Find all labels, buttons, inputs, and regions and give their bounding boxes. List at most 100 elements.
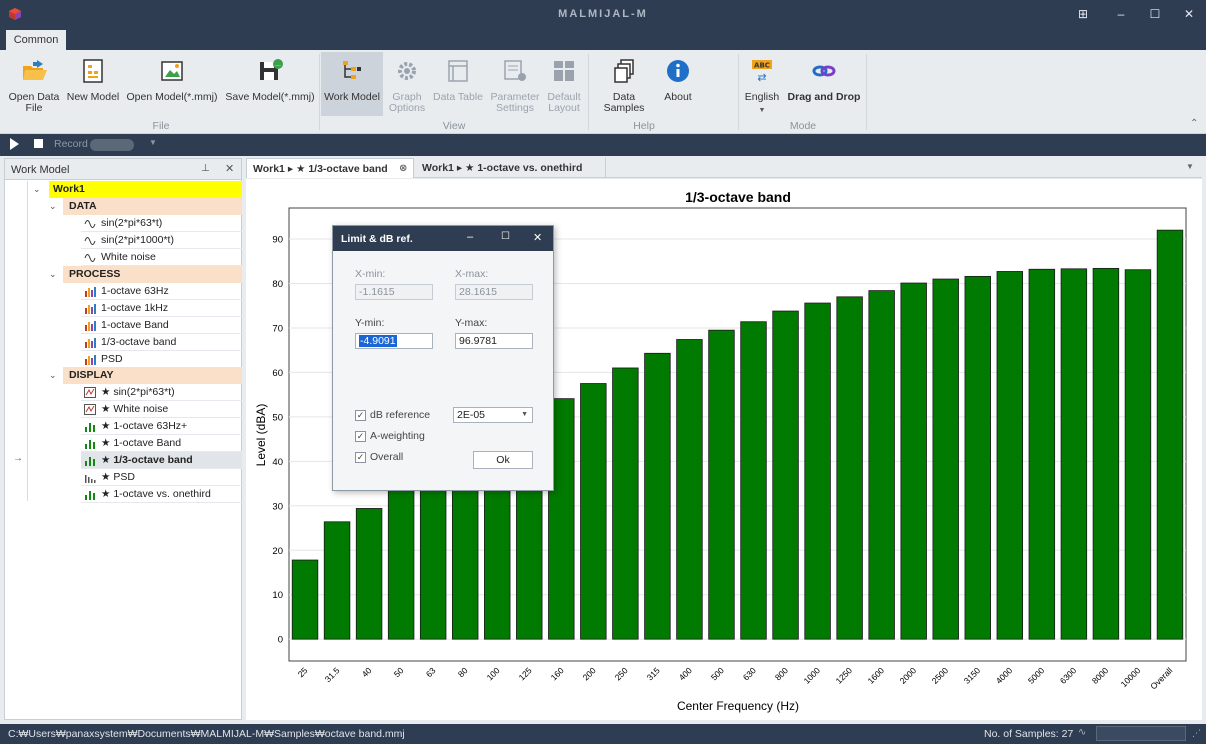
graph-options-button[interactable]: Graph Options	[386, 54, 428, 114]
minimize-button[interactable]: –	[1106, 5, 1136, 23]
collapse-ribbon-icon[interactable]: ⌃	[1190, 118, 1198, 129]
play-icon[interactable]	[10, 138, 19, 150]
open-data-file-button[interactable]: Open Data File	[6, 54, 62, 114]
overall-checkbox[interactable]: ✓	[355, 452, 366, 463]
open-model-button[interactable]: Open Model(*.mmj)	[124, 54, 220, 103]
y-axis-label: Level (dBA)	[254, 404, 268, 467]
resize-grip-icon[interactable]: ⋰	[1192, 728, 1201, 739]
about-button[interactable]: About	[660, 54, 696, 103]
close-tab-icon[interactable]: ⊗	[399, 159, 407, 179]
tree-root-work1[interactable]: Work1	[49, 181, 242, 198]
a-weighting-checkbox[interactable]: ✓	[355, 431, 366, 442]
tree-item-process-0[interactable]: 1-octave 63Hz	[81, 283, 242, 300]
tab-list-dropdown-icon[interactable]: ▼	[1186, 162, 1194, 171]
restore-layout-button[interactable]: ⊞	[1068, 5, 1098, 23]
db-reference-select[interactable]: 2E-05 ▼	[453, 407, 533, 423]
bar	[612, 367, 639, 640]
tree-item-display-2[interactable]: ★ 1-octave 63Hz+	[81, 418, 242, 435]
tree-item-data-2[interactable]: White noise	[81, 249, 242, 266]
line-chart-icon	[84, 387, 96, 398]
x-max-label: X-max:	[455, 268, 489, 280]
db-reference-label: dB reference	[370, 409, 431, 421]
dialog-maximize-button[interactable]: ☐	[501, 231, 510, 242]
tab-octave-vs-onethird[interactable]: Work1 ▸ ★ 1-octave vs. onethird	[416, 158, 606, 178]
tree-section-data[interactable]: DATA	[63, 198, 242, 215]
work-model-button[interactable]: Work Model	[321, 52, 383, 116]
x-max-field[interactable]: 28.1615	[455, 284, 533, 300]
collapse-chevron-icon[interactable]: ⌄	[49, 269, 57, 280]
bar	[804, 302, 831, 640]
bar	[900, 282, 927, 640]
y-tick-label: 0	[278, 635, 283, 646]
sample-count: No. of Samples: 27	[984, 728, 1074, 740]
data-samples-button[interactable]: Data Samples	[592, 54, 656, 114]
tree-item-process-4[interactable]: PSD	[81, 351, 242, 368]
close-panel-icon[interactable]: ✕	[225, 162, 234, 175]
tree-item-process-3[interactable]: 1/3-octave band	[81, 334, 242, 351]
file-path: C:₩Users₩panaxsystem₩Documents₩MALMIJAL-…	[8, 728, 405, 740]
stop-icon[interactable]	[34, 139, 43, 148]
y-tick-label: 20	[272, 546, 283, 557]
x-tick-label: 50	[392, 665, 406, 679]
group-label-help: Help	[633, 120, 655, 132]
green-bars-icon	[84, 455, 96, 466]
tree-item-process-2[interactable]: 1-octave Band	[81, 317, 242, 334]
maximize-button[interactable]: ☐	[1140, 5, 1170, 23]
x-min-label: X-min:	[355, 268, 386, 280]
dialog-close-button[interactable]: ✕	[533, 231, 542, 244]
tree-item-display-4[interactable]: ★ 1/3-octave band	[81, 452, 242, 469]
close-window-button[interactable]: ✕	[1174, 5, 1204, 23]
dialog-minimize-button[interactable]: –	[467, 231, 473, 243]
svg-text:⇄: ⇄	[757, 71, 766, 84]
tab-one-third-octave-band[interactable]: Work1 ▸ ★ 1/3-octave band ⊗	[246, 158, 414, 178]
tree-item-display-1[interactable]: ★ White noise	[81, 401, 242, 418]
x-tick-label: 100	[485, 665, 502, 682]
record-toggle[interactable]	[90, 139, 134, 151]
a-weighting-label: A-weighting	[370, 430, 425, 442]
tree-item-data-0[interactable]: sin(2*pi*63*t)	[81, 215, 242, 232]
open-model-icon	[157, 56, 187, 86]
parameter-settings-button[interactable]: Parameter Settings	[490, 54, 540, 114]
pin-icon[interactable]: ⊥	[201, 163, 210, 174]
bar	[1156, 229, 1184, 640]
tree-item-display-5[interactable]: ★ PSD	[81, 469, 242, 486]
collapse-chevron-icon[interactable]: ⌄	[49, 201, 57, 212]
y-max-field[interactable]: 96.9781	[455, 333, 533, 349]
bar	[355, 508, 383, 640]
record-dropdown-icon[interactable]: ▼	[149, 138, 157, 147]
drag-and-drop-button[interactable]: Drag and Drop	[786, 54, 862, 103]
collapse-chevron-icon[interactable]: ⌄	[33, 184, 41, 195]
x-tick-label: 1000	[802, 665, 823, 686]
x-tick-label: 4000	[994, 665, 1015, 686]
y-tick-label: 80	[272, 279, 283, 290]
tree-item-data-1[interactable]: sin(2*pi*1000*t)	[81, 232, 242, 249]
bar	[1060, 268, 1088, 640]
english-language-button[interactable]: ABC ⇄ English ▼	[742, 54, 782, 116]
open-folder-icon	[19, 56, 49, 86]
tree-item-display-3[interactable]: ★ 1-octave Band	[81, 435, 242, 452]
collapse-chevron-icon[interactable]: ⌄	[49, 370, 57, 381]
default-layout-button[interactable]: Default Layout	[544, 54, 584, 114]
new-model-button[interactable]: New Model	[66, 54, 120, 103]
y-min-field[interactable]: -4.9091	[355, 333, 433, 349]
green-bars-icon	[84, 438, 96, 449]
y-tick-label: 10	[272, 590, 283, 601]
bar	[996, 271, 1024, 640]
tree-item-display-0[interactable]: ★ sin(2*pi*63*t)	[81, 384, 242, 401]
tree-item-process-1[interactable]: 1-octave 1kHz	[81, 300, 242, 317]
ok-button[interactable]: Ok	[473, 451, 533, 469]
x-min-field[interactable]: -1.1615	[355, 284, 433, 300]
status-dropdown[interactable]	[1096, 726, 1186, 741]
x-tick-label: 1250	[834, 665, 855, 686]
x-tick-label: 315	[645, 665, 662, 682]
tree-section-display[interactable]: DISPLAY	[63, 367, 242, 384]
tree-section-process[interactable]: PROCESS	[63, 266, 242, 283]
gear-icon	[392, 56, 422, 86]
tab-common[interactable]: Common	[6, 30, 66, 50]
save-model-button[interactable]: … Save Model(*.mmj)	[224, 54, 316, 103]
data-table-button[interactable]: Data Table	[432, 54, 484, 103]
x-tick-label: 800	[773, 665, 790, 682]
tree-item-display-6[interactable]: ★ 1-octave vs. onethird	[81, 486, 242, 503]
x-tick-label: 250	[613, 665, 630, 682]
db-reference-checkbox[interactable]: ✓	[355, 410, 366, 421]
